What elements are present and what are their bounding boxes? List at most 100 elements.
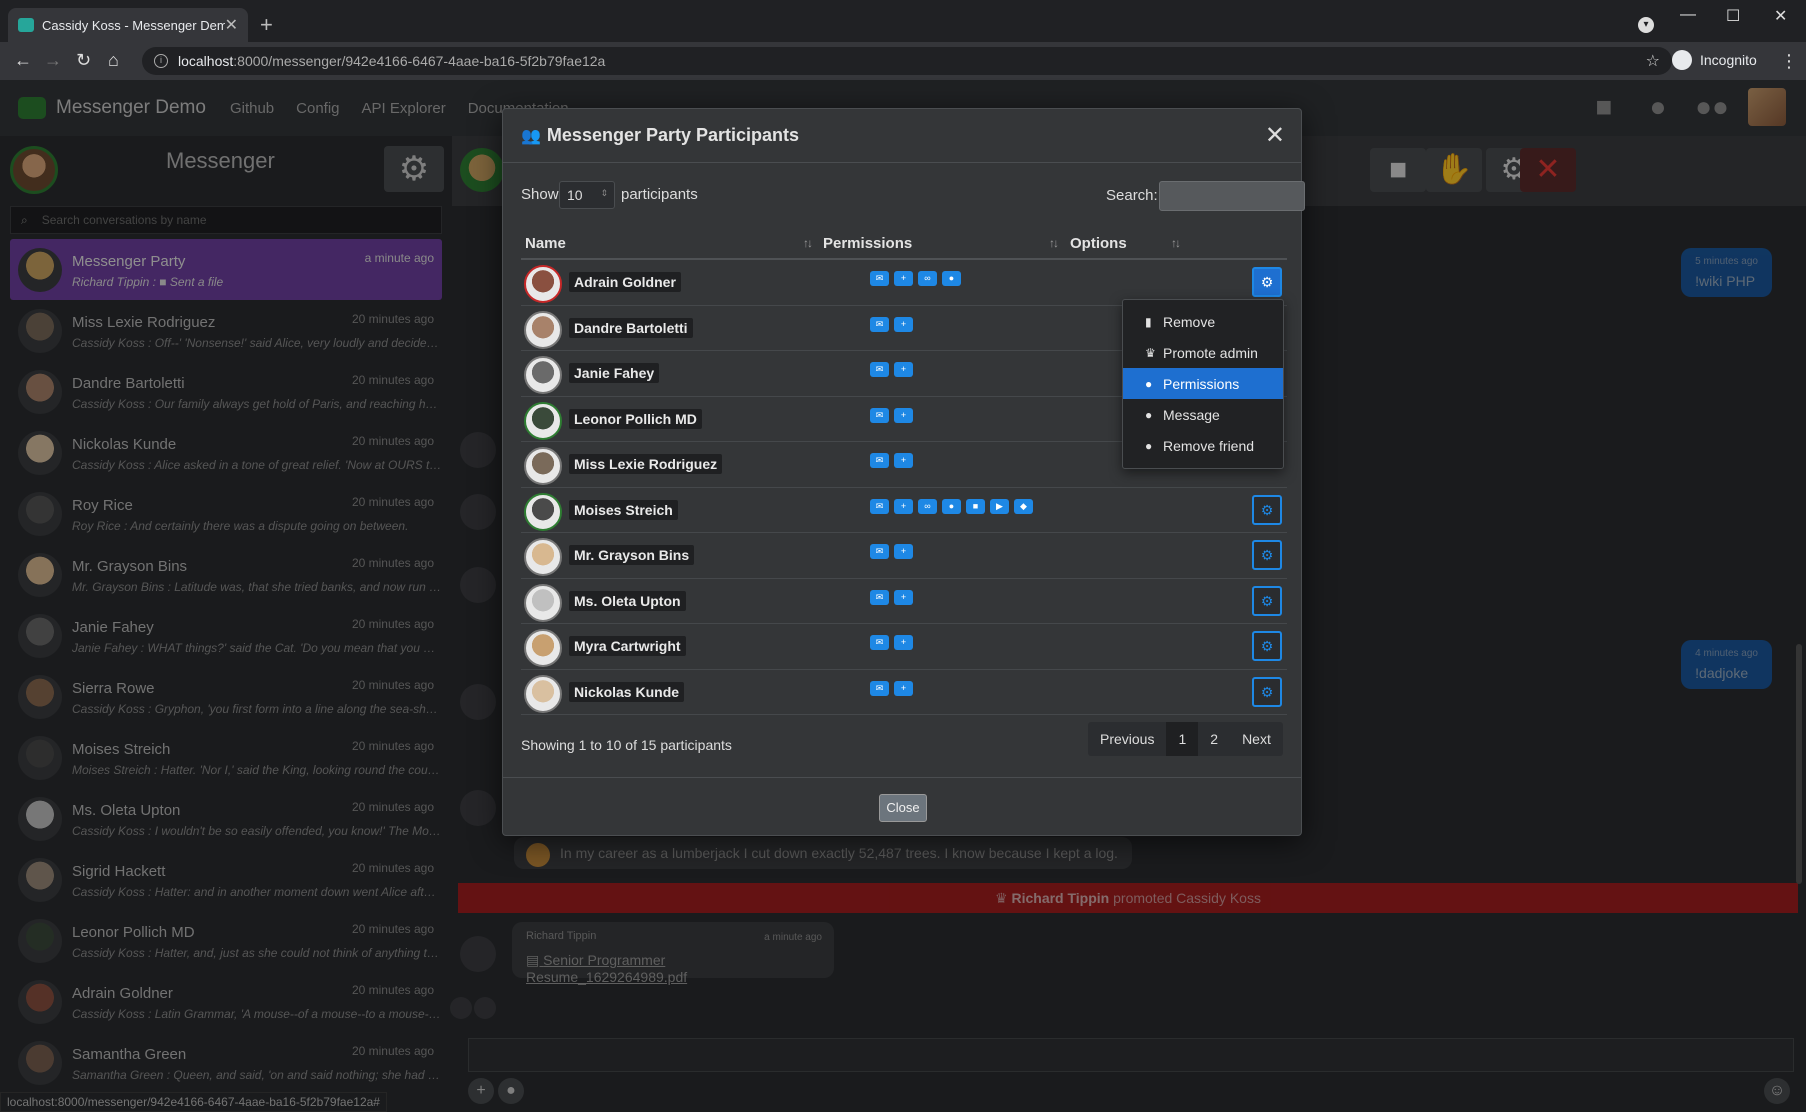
- permission-badge-icon: ✉: [870, 453, 889, 468]
- participant-avatar[interactable]: [524, 356, 562, 394]
- participant-name[interactable]: Dandre Bartoletti: [569, 317, 693, 338]
- pagination-next[interactable]: Next: [1230, 722, 1283, 756]
- participant-name[interactable]: Leonor Pollich MD: [569, 408, 702, 429]
- address-bar[interactable]: i localhost :8000/messenger/942e4166-646…: [142, 47, 1672, 75]
- col-options[interactable]: Options: [1070, 235, 1127, 252]
- permission-badge-icon: ●: [942, 271, 961, 286]
- participant-name[interactable]: Ms. Oleta Upton: [569, 590, 686, 611]
- participant-avatar[interactable]: [524, 310, 562, 349]
- permission-badge-icon: ▶: [990, 498, 1009, 514]
- permission-badge-icon: ✉: [870, 635, 889, 650]
- permission-badge-icon: ■: [966, 498, 985, 514]
- permission-badge-icon: +: [894, 362, 913, 377]
- participant-options-button[interactable]: ⚙: [1252, 540, 1282, 570]
- participant-avatar[interactable]: [524, 401, 562, 440]
- home-icon[interactable]: ⌂: [108, 50, 119, 71]
- participant-search-input[interactable]: [1159, 181, 1305, 211]
- modal-footer: Close: [503, 777, 1301, 837]
- select-caret-icon: ⇕: [600, 188, 608, 198]
- participant-options-button[interactable]: ⚙: [1252, 631, 1282, 661]
- permission-badges: ✉ + ∞ ●: [870, 271, 961, 286]
- crown-icon: ♛: [1145, 345, 1156, 360]
- menu-label: Permissions: [1163, 375, 1240, 392]
- participant-name[interactable]: Nickolas Kunde: [569, 681, 685, 702]
- menu-label: Message: [1163, 406, 1220, 423]
- reload-icon[interactable]: ↻: [76, 50, 91, 71]
- permission-badge-icon: +: [894, 407, 913, 423]
- permission-badges: ✉ +: [870, 407, 913, 423]
- site-info-icon[interactable]: i: [154, 54, 168, 68]
- pagination-page-1[interactable]: 1: [1166, 722, 1199, 756]
- participant-avatar[interactable]: [524, 538, 562, 576]
- permission-badge-icon: ✉: [870, 407, 889, 423]
- permission-badge-icon: ∞: [918, 498, 937, 514]
- permission-badges: ✉ +: [870, 589, 913, 605]
- back-icon[interactable]: ←: [14, 50, 32, 71]
- table-info: Showing 1 to 10 of 15 participants: [521, 737, 732, 753]
- participant-avatar[interactable]: [524, 674, 562, 713]
- participant-options-button[interactable]: ⚙: [1252, 676, 1282, 707]
- participant-avatar[interactable]: [524, 629, 562, 667]
- pagination-previous[interactable]: Previous: [1088, 722, 1166, 756]
- sort-icon[interactable]: ↑↓: [803, 236, 813, 250]
- new-tab-icon[interactable]: +: [260, 12, 273, 38]
- close-tab-icon[interactable]: ✕: [225, 15, 238, 35]
- participant-name[interactable]: Janie Fahey: [569, 363, 660, 383]
- forward-icon[interactable]: →: [44, 50, 62, 71]
- participant-name[interactable]: Myra Cartwright: [569, 636, 686, 656]
- incognito-icon: [1672, 50, 1692, 70]
- window-close-icon[interactable]: ✕: [1774, 6, 1787, 26]
- participant-name[interactable]: Adrain Goldner: [569, 272, 681, 292]
- maximize-icon[interactable]: ☐: [1726, 6, 1740, 26]
- participant-name[interactable]: Moises Streich: [569, 499, 678, 520]
- participant-options-button[interactable]: ⚙: [1252, 267, 1282, 297]
- participant-avatar[interactable]: [524, 583, 562, 622]
- browser-tab[interactable]: Cassidy Koss - Messenger Demo ✕: [8, 8, 248, 42]
- close-icon[interactable]: ✕: [1265, 121, 1285, 150]
- permission-badge-icon: ∞: [918, 271, 937, 286]
- user-cog-icon: ●: [1145, 376, 1153, 391]
- permission-badge-icon: ●: [942, 498, 961, 514]
- permission-badge-icon: ✉: [870, 680, 889, 696]
- close-button[interactable]: Close: [879, 794, 927, 822]
- participant-avatar[interactable]: [524, 492, 562, 531]
- incognito-indicator[interactable]: Incognito: [1672, 50, 1757, 70]
- menu-label: Remove friend: [1163, 437, 1255, 454]
- menu-item-remove-friend[interactable]: ● Remove friend: [1123, 430, 1283, 461]
- messenger-favicon-icon: [18, 18, 34, 32]
- page-length-select[interactable]: 10 ⇕: [559, 181, 615, 209]
- permission-badges: ✉ +: [870, 453, 913, 468]
- menu-item-promote-admin[interactable]: ♛ Promote admin: [1123, 337, 1283, 368]
- pagination: Previous 1 2 Next: [1088, 722, 1283, 756]
- permission-badge-icon: ✉: [870, 544, 889, 559]
- pagination-page-2[interactable]: 2: [1198, 722, 1230, 756]
- col-name[interactable]: Name: [525, 235, 566, 252]
- participant-name[interactable]: Miss Lexie Rodriguez: [569, 454, 723, 474]
- menu-item-remove[interactable]: ▮ Remove: [1123, 306, 1283, 337]
- browser-menu-icon[interactable]: ⋮: [1780, 51, 1798, 72]
- participant-avatar[interactable]: [524, 447, 562, 485]
- permission-badge-icon: +: [894, 544, 913, 559]
- tab-search-icon[interactable]: ▾: [1638, 17, 1654, 33]
- search-label: Search:: [1106, 187, 1158, 204]
- sort-icon[interactable]: ↑↓: [1171, 236, 1181, 250]
- menu-item-message[interactable]: ● Message: [1123, 399, 1283, 430]
- participant-name[interactable]: Mr. Grayson Bins: [569, 545, 695, 565]
- menu-item-permissions[interactable]: ● Permissions: [1123, 368, 1283, 399]
- permission-badges: ✉ +: [870, 635, 913, 650]
- participant-options-button[interactable]: ⚙: [1252, 494, 1282, 525]
- permission-badge-icon: ✉: [870, 589, 889, 605]
- permission-badge-icon: ◆: [1014, 498, 1033, 514]
- table-header: Name ↑↓ Permissions ↑↓ Options ↑↓: [521, 226, 1287, 260]
- minimize-icon[interactable]: —: [1680, 6, 1696, 24]
- participant-avatar[interactable]: [524, 265, 562, 303]
- bookmark-star-icon[interactable]: ☆: [1646, 51, 1660, 71]
- browser-toolbar: ← → ↻ ⌂ i localhost :8000/messenger/942e…: [0, 42, 1806, 80]
- col-permissions[interactable]: Permissions: [823, 235, 912, 252]
- sort-icon[interactable]: ↑↓: [1049, 236, 1059, 250]
- participants-modal: 👥 Messenger Party Participants ✕ Show 10…: [502, 108, 1305, 837]
- modal-title-text: Messenger Party Participants: [546, 125, 800, 145]
- permission-badge-icon: ✉: [870, 271, 889, 286]
- participant-options-button[interactable]: ⚙: [1252, 585, 1282, 616]
- permission-badge-icon: ✉: [870, 362, 889, 377]
